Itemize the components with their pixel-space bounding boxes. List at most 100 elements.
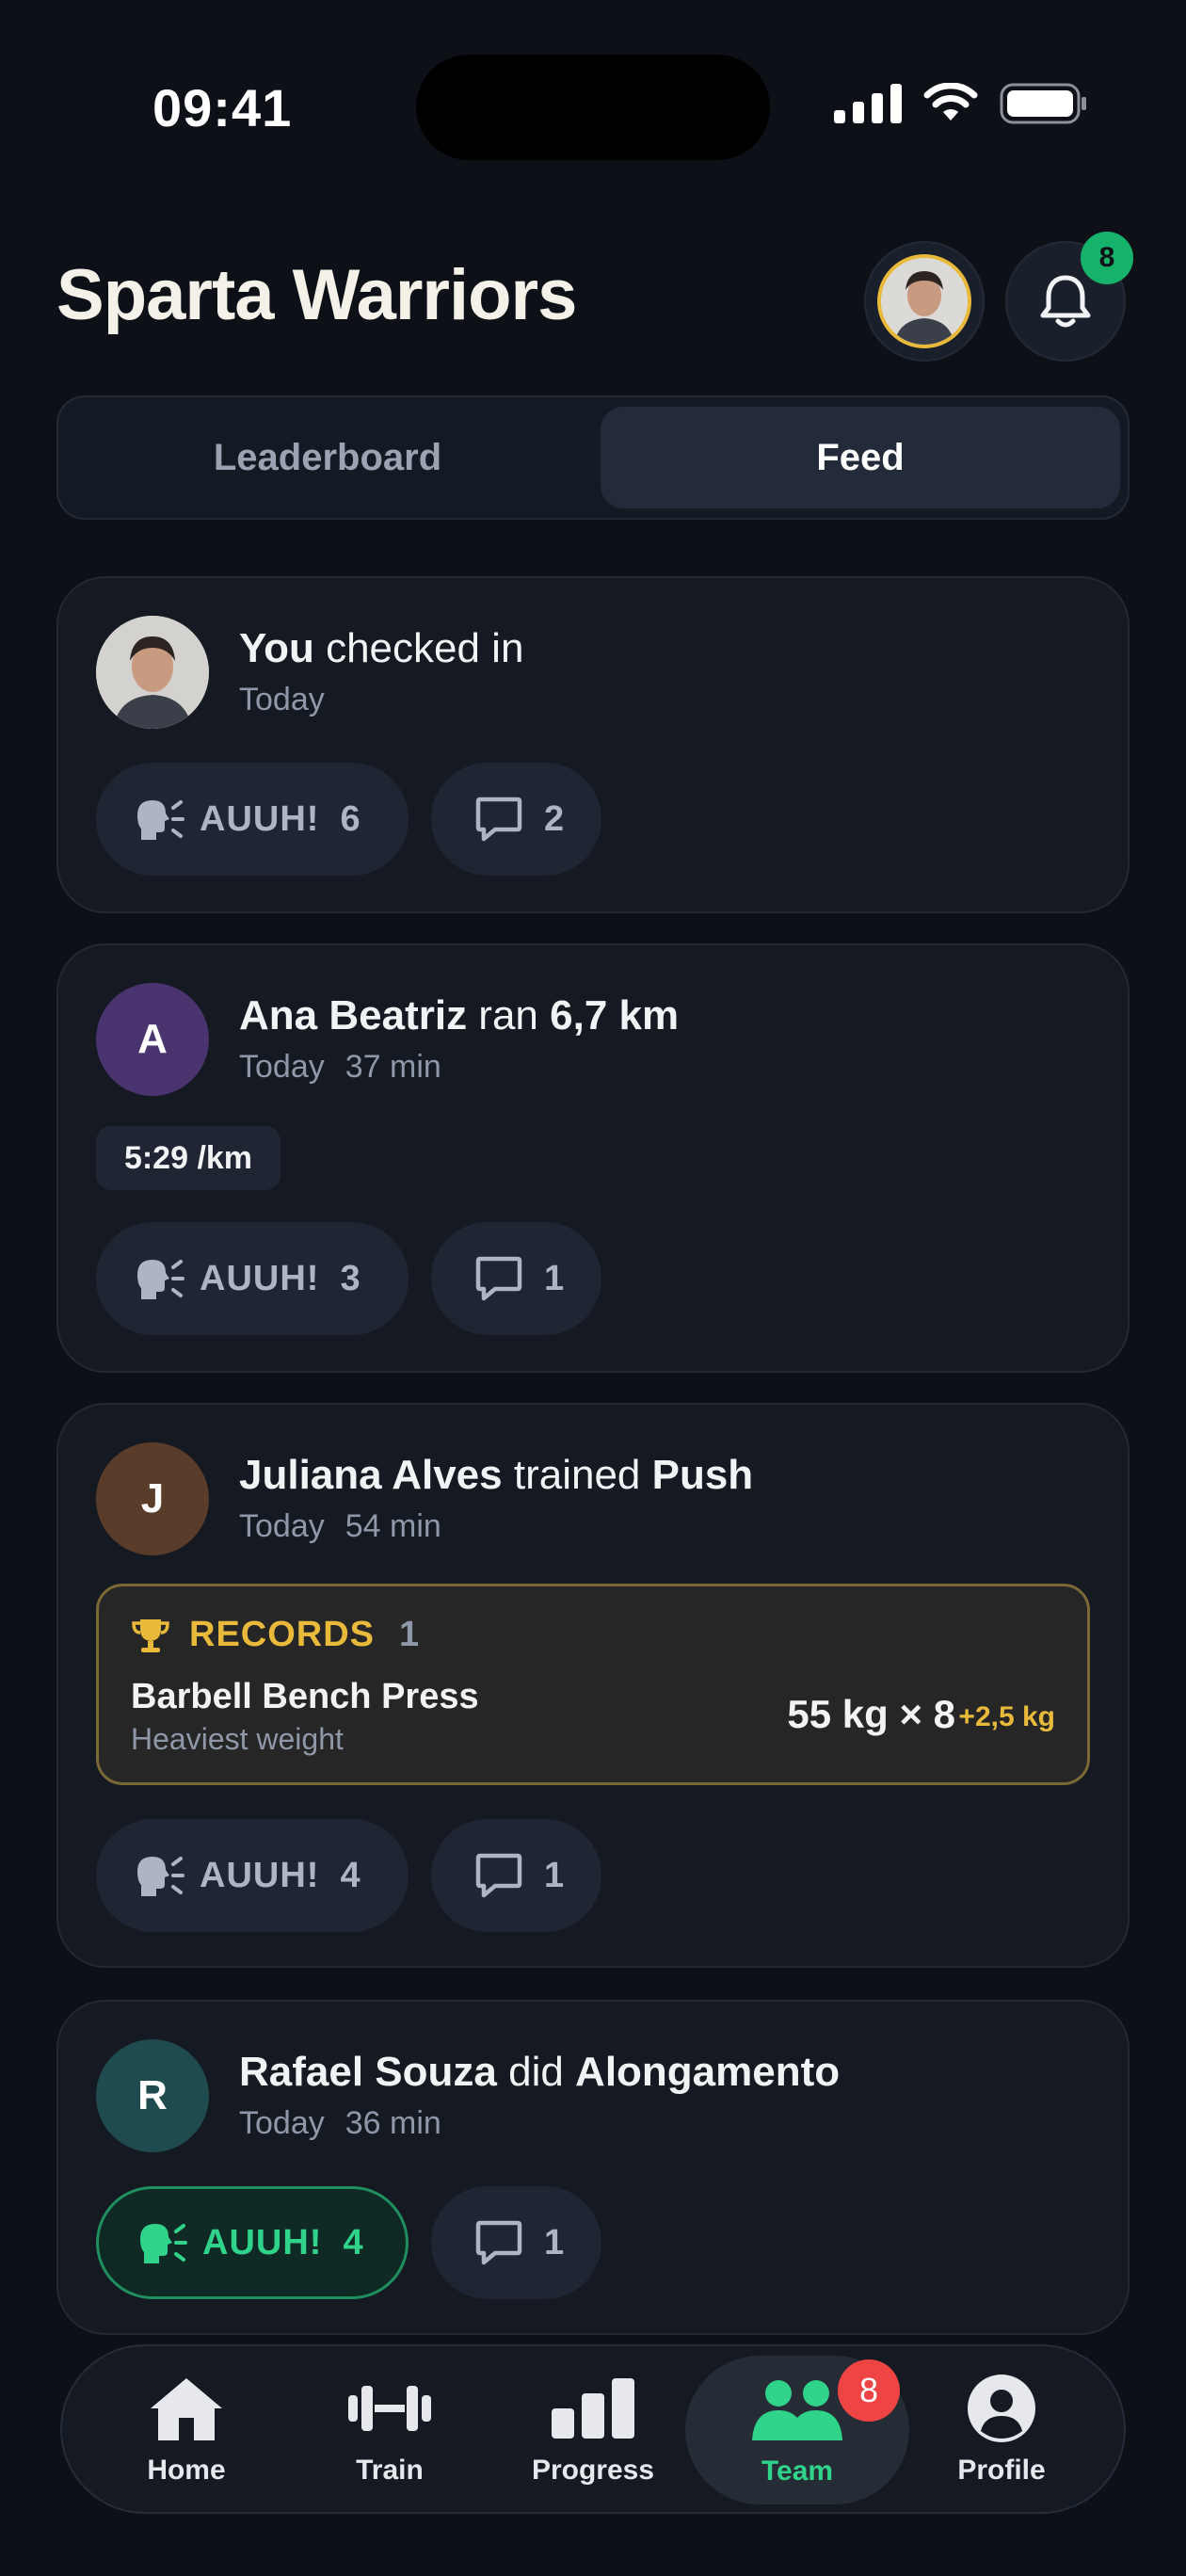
feed-date: Today xyxy=(239,1508,325,1544)
page-title: Sparta Warriors xyxy=(56,255,577,335)
auuh-button[interactable]: AUUH! 6 xyxy=(96,763,409,876)
shout-icon xyxy=(137,1857,184,1896)
feed-date: Today xyxy=(239,2105,325,2141)
feed-date: Today xyxy=(239,682,325,717)
user-photo-icon xyxy=(96,616,209,729)
comment-icon xyxy=(475,797,522,842)
feed-card[interactable]: J Juliana Alves trained Push Today 54 min… xyxy=(56,1403,1130,1968)
signal-icon xyxy=(834,84,902,123)
feed-card-title: Juliana Alves trained Push xyxy=(239,1452,753,1499)
feed-object: Alongamento xyxy=(575,2049,841,2095)
user-avatar-button[interactable] xyxy=(864,241,985,362)
feed-card-title: Ana Beatriz ran 6,7 km xyxy=(239,992,679,1039)
bell-icon xyxy=(1040,275,1091,328)
comment-icon xyxy=(475,2220,522,2265)
record-delta: +2,5 kg xyxy=(958,1701,1055,1732)
records-header: RECORDS 1 xyxy=(131,1615,420,1655)
feed-action: checked in xyxy=(313,625,524,671)
trophy-icon xyxy=(132,1618,169,1652)
comment-button[interactable]: 2 xyxy=(431,763,602,876)
feed-date: Today xyxy=(239,1049,325,1085)
feed-card-title: You checked in xyxy=(239,625,523,672)
feed-user: Rafael Souza xyxy=(239,2049,497,2095)
auuh-count: 4 xyxy=(340,1855,361,1895)
tab-feed[interactable]: Feed xyxy=(601,407,1120,508)
comment-count: 1 xyxy=(544,1855,565,1895)
avatar: A xyxy=(96,983,209,1096)
record-exercise: Barbell Bench Press xyxy=(131,1677,479,1716)
comment-count: 2 xyxy=(544,798,565,839)
record-type: Heaviest weight xyxy=(131,1722,344,1756)
avatar xyxy=(96,616,209,729)
feed-card-meta: Today 37 min xyxy=(239,1049,441,1086)
feed-card-meta: Today xyxy=(239,682,325,718)
feed-duration: 36 min xyxy=(345,2105,441,2141)
status-time: 09:41 xyxy=(152,78,293,137)
records-label: RECORDS xyxy=(189,1615,376,1654)
feed-action: did xyxy=(496,2049,576,2095)
feed-user: Ana Beatriz xyxy=(239,992,468,1038)
feed-card[interactable]: R Rafael Souza did Alongamento Today 36 m… xyxy=(56,2000,1130,2335)
auuh-label: AUUH! xyxy=(200,1258,320,1298)
shout-icon xyxy=(137,1260,184,1299)
bar-chart-icon xyxy=(552,2378,634,2439)
feed-card-meta: Today 36 min xyxy=(239,2105,441,2142)
feed-user: You xyxy=(239,625,314,671)
comment-button[interactable]: 1 xyxy=(431,2186,602,2299)
feed-user: Juliana Alves xyxy=(239,1452,503,1498)
feed-action: ran xyxy=(467,992,551,1038)
comment-count: 1 xyxy=(544,1258,565,1298)
auuh-count: 4 xyxy=(343,2222,363,2262)
dumbbell-icon xyxy=(348,2386,431,2431)
auuh-label: AUUH! xyxy=(200,798,320,839)
team-tab-badge: 8 xyxy=(838,2359,900,2422)
shout-icon xyxy=(140,2224,187,2263)
comment-button[interactable]: 1 xyxy=(431,1819,602,1932)
auuh-count: 6 xyxy=(340,798,361,839)
records-panel[interactable]: RECORDS 1 Barbell Bench Press Heaviest w… xyxy=(96,1584,1090,1785)
tab-label: Train xyxy=(356,2455,424,2486)
battery-icon xyxy=(1000,83,1086,124)
segmented-control: Leaderboard Feed xyxy=(56,395,1130,520)
bottom-tab-bar: Home Train Progress Team 8 Profile xyxy=(60,2344,1126,2514)
comment-button[interactable]: 1 xyxy=(431,1222,602,1335)
feed-card[interactable]: A Ana Beatriz ran 6,7 km Today 37 min 5:2… xyxy=(56,943,1130,1373)
record-value: 55 kg × 8 xyxy=(787,1692,955,1736)
home-icon xyxy=(151,2378,222,2440)
feed-action: trained xyxy=(502,1452,652,1498)
tab-profile[interactable]: Profile xyxy=(907,2346,1096,2512)
status-icons xyxy=(834,83,1088,124)
feed-duration: 37 min xyxy=(345,1049,441,1085)
auuh-button[interactable]: AUUH! 4 xyxy=(96,1819,409,1932)
auuh-count: 3 xyxy=(340,1258,361,1298)
tab-label: Team xyxy=(761,2455,834,2487)
tab-train[interactable]: Train xyxy=(296,2346,484,2512)
feed-object: Push xyxy=(651,1452,754,1498)
auuh-label: AUUH! xyxy=(200,1855,320,1895)
avatar: R xyxy=(96,2039,209,2152)
auuh-button[interactable]: AUUH! 3 xyxy=(96,1222,409,1335)
profile-icon xyxy=(968,2375,1035,2442)
tab-leaderboard[interactable]: Leaderboard xyxy=(68,407,587,508)
tab-label: Home xyxy=(147,2455,226,2486)
tab-home[interactable]: Home xyxy=(92,2346,280,2512)
shout-icon xyxy=(137,800,184,840)
feed-card-meta: Today 54 min xyxy=(239,1508,441,1545)
notification-badge: 8 xyxy=(1081,232,1133,284)
comment-count: 1 xyxy=(544,2222,565,2262)
user-photo-icon xyxy=(881,258,968,345)
pace-badge: 5:29 /km xyxy=(96,1126,280,1190)
team-icon xyxy=(752,2380,842,2440)
feed-object: 6,7 km xyxy=(550,992,680,1038)
auuh-button-active[interactable]: AUUH! 4 xyxy=(96,2186,409,2299)
comment-icon xyxy=(475,1853,522,1898)
status-bar: 09:41 xyxy=(0,0,1186,188)
auuh-label: AUUH! xyxy=(202,2222,323,2262)
records-count: 1 xyxy=(399,1615,421,1654)
wifi-icon xyxy=(923,83,978,121)
tab-progress[interactable]: Progress xyxy=(499,2346,687,2512)
feed-card[interactable]: You checked in Today AUUH! 6 2 xyxy=(56,576,1130,913)
feed-duration: 54 min xyxy=(345,1508,441,1544)
feed-card-title: Rafael Souza did Alongamento xyxy=(239,2049,840,2096)
comment-icon xyxy=(475,1256,522,1301)
